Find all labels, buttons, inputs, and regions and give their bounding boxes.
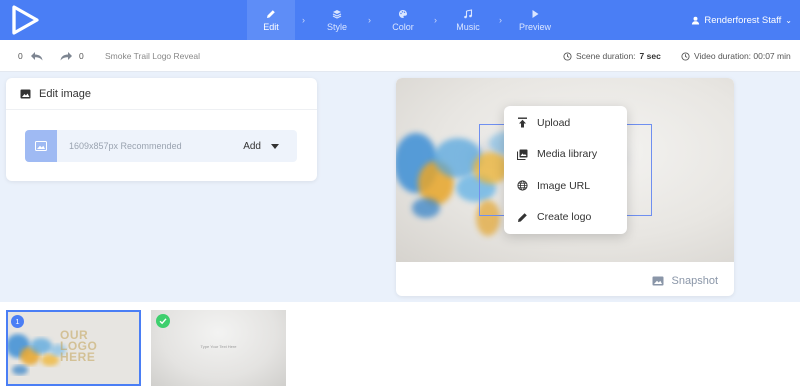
- upload-icon: [518, 117, 527, 128]
- editor-toolbar: 0 0 Smoke Trail Logo Reveal Scene durati…: [0, 40, 800, 72]
- nav-step-label: Style: [326, 21, 347, 32]
- media-library-icon: [517, 149, 528, 160]
- image-size-recommendation: 1609x857px Recommended: [69, 141, 182, 151]
- nav-step-music[interactable]: Music: [446, 0, 490, 40]
- user-menu[interactable]: Renderforest Staff ⌄: [691, 0, 792, 40]
- check-icon: [159, 318, 167, 325]
- edit-image-title: Edit image: [39, 87, 91, 100]
- video-duration: Video duration: 00:07 min: [681, 40, 791, 72]
- menu-item-media-library[interactable]: Media library: [504, 139, 627, 171]
- top-nav-bar: Edit › Style › Color › Music › Preview R…: [0, 0, 800, 40]
- video-duration-label: Video duration: 00:07 min: [694, 51, 791, 61]
- scene-caption: Type Your Text Here: [200, 344, 237, 349]
- scene-number-badge: 1: [11, 315, 24, 328]
- add-image-menu: Upload Media library Image URL Create lo…: [504, 106, 627, 234]
- scene-thumbnail[interactable]: OUR LOGO HERE 1: [6, 310, 141, 386]
- nav-step-label: Color: [392, 21, 414, 32]
- image-thumbnail[interactable]: [25, 130, 57, 162]
- layers-icon: [332, 9, 342, 19]
- scene-duration: Scene duration: 7 sec: [563, 40, 661, 72]
- chevron-right-icon: ›: [302, 15, 305, 25]
- add-label: Add: [243, 140, 261, 152]
- edit-image-panel: Edit image 1609x857px Recommended Add: [6, 78, 317, 181]
- menu-item-image-url[interactable]: Image URL: [504, 170, 627, 202]
- undo-icon[interactable]: [30, 40, 44, 72]
- image-icon: [20, 89, 31, 98]
- scene-duration-value: 7 sec: [639, 51, 661, 61]
- menu-item-label: Create logo: [537, 211, 592, 224]
- add-image-dropdown[interactable]: Add: [243, 141, 279, 152]
- palette-icon: [399, 9, 407, 18]
- nav-step-preview[interactable]: Preview: [512, 0, 558, 40]
- user-icon: [692, 16, 700, 25]
- chevron-right-icon: ›: [368, 15, 371, 25]
- pencil-icon: [267, 9, 275, 18]
- globe-icon: [517, 180, 528, 191]
- chevron-right-icon: ›: [434, 15, 437, 25]
- edit-image-header: Edit image: [6, 78, 317, 110]
- nav-step-edit[interactable]: Edit: [247, 0, 295, 40]
- image-slot[interactable]: 1609x857px Recommended Add: [25, 130, 297, 162]
- clock-icon: [563, 51, 572, 61]
- scene-complete-badge: [156, 314, 170, 328]
- play-icon: [532, 9, 539, 18]
- snapshot-label: Snapshot: [671, 275, 718, 287]
- nav-step-color[interactable]: Color: [381, 0, 425, 40]
- redo-icon[interactable]: [59, 40, 73, 72]
- caret-down-icon: [271, 143, 279, 149]
- project-title[interactable]: Smoke Trail Logo Reveal: [105, 40, 200, 72]
- music-note-icon: [464, 8, 473, 18]
- menu-item-label: Upload: [537, 116, 571, 129]
- chevron-down-icon: ⌄: [785, 15, 792, 25]
- user-name: Renderforest Staff: [704, 14, 782, 26]
- chevron-right-icon: ›: [499, 15, 502, 25]
- scene-duration-label: Scene duration:: [576, 51, 636, 61]
- scene-timeline: OUR LOGO HERE 1 Type Your Text Here: [0, 302, 800, 389]
- scene-logo-text: OUR LOGO HERE: [60, 328, 98, 364]
- scene-thumbnail[interactable]: Type Your Text Here: [151, 310, 286, 386]
- renderforest-play-logo-icon[interactable]: [8, 4, 42, 36]
- pencil-icon: [518, 212, 527, 222]
- redo-count: 0: [79, 51, 84, 61]
- nav-step-label: Edit: [263, 21, 279, 32]
- nav-step-style[interactable]: Style: [315, 0, 359, 40]
- menu-item-label: Media library: [537, 148, 598, 161]
- nav-step-label: Music: [456, 21, 480, 32]
- clock-icon: [681, 51, 690, 61]
- menu-item-upload[interactable]: Upload: [504, 107, 627, 139]
- nav-step-label: Preview: [518, 21, 551, 32]
- menu-item-label: Image URL: [537, 179, 591, 192]
- undo-count: 0: [18, 51, 23, 61]
- menu-item-create-logo[interactable]: Create logo: [504, 202, 627, 234]
- snapshot-button[interactable]: Snapshot: [652, 275, 718, 287]
- image-icon: [35, 141, 47, 151]
- image-icon: [652, 276, 664, 286]
